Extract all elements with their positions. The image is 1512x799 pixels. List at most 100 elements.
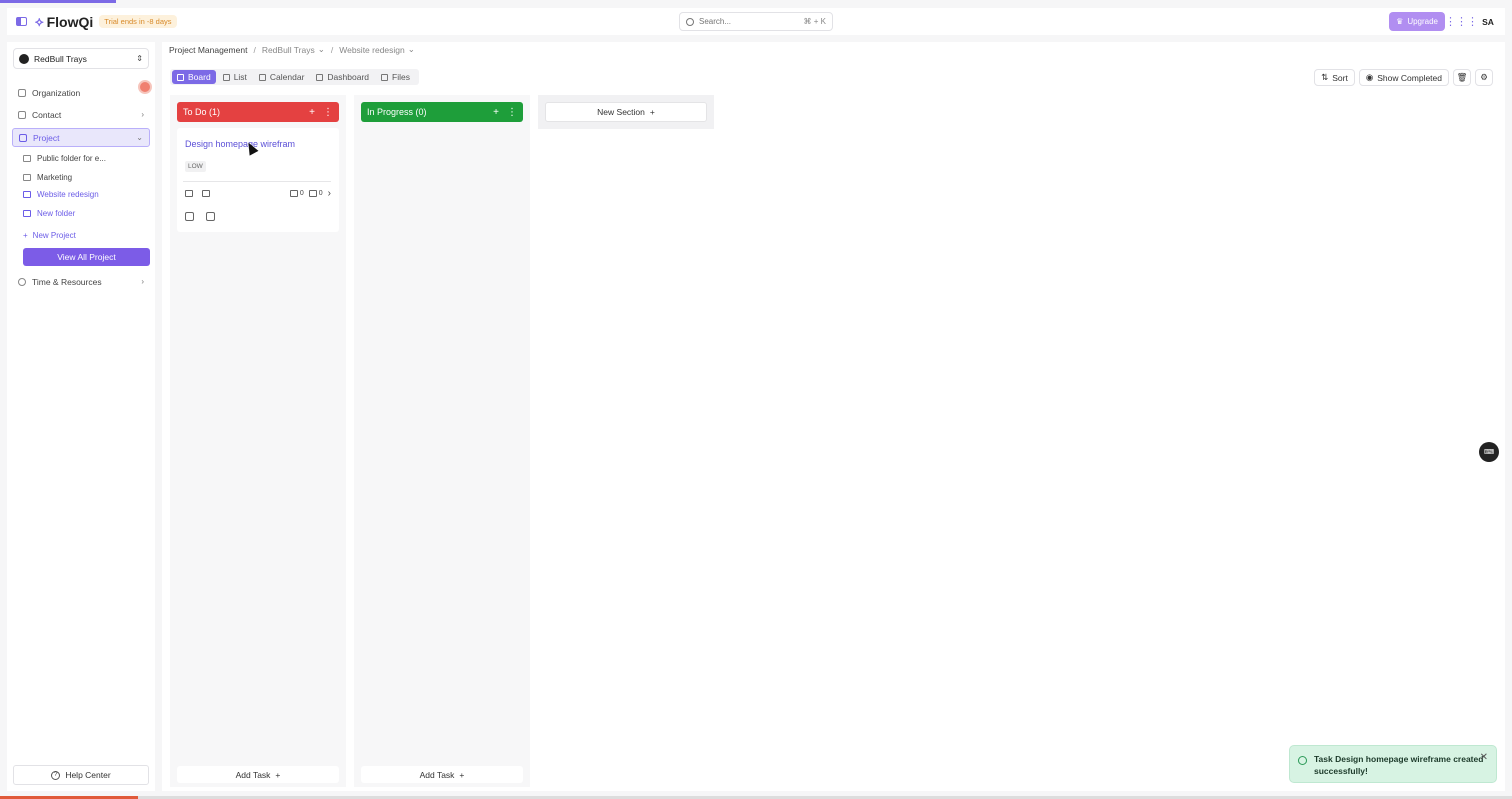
show-completed-button[interactable]: ◉ Show Completed: [1358, 69, 1449, 86]
more-vertical-icon[interactable]: ⋮: [323, 107, 333, 118]
add-task-button[interactable]: Add Task +: [177, 766, 339, 783]
trash-icon[interactable]: [206, 212, 215, 221]
subtask-icon[interactable]: [308, 189, 317, 197]
folder-icon: [23, 174, 31, 181]
sidebar-subitem-public-folder[interactable]: Public folder for e...: [23, 150, 145, 167]
calendar-icon[interactable]: [202, 189, 210, 197]
comment-icon[interactable]: [289, 189, 298, 197]
clock-icon: [18, 277, 26, 286]
workspace-name: RedBull Trays: [34, 53, 87, 64]
sidebar-item-time-resources[interactable]: Time & Resources ›: [12, 272, 150, 291]
avatar[interactable]: SA: [1477, 12, 1499, 31]
plus-icon: +: [23, 231, 28, 240]
main-content: Project Management / RedBull Trays ⌄ / W…: [162, 42, 1505, 791]
add-task-button[interactable]: Add Task +: [361, 766, 523, 783]
new-project-link[interactable]: + New Project: [23, 227, 145, 244]
chevron-down-icon[interactable]: ⌄: [408, 44, 415, 55]
search-shortcut: ⌘ + K: [803, 17, 826, 26]
project-icon: [19, 133, 27, 142]
priority-badge: LOW: [185, 161, 206, 172]
crown-icon: ♛: [1396, 17, 1404, 26]
trash-button[interactable]: 🗑: [1453, 69, 1471, 86]
plus-icon[interactable]: +: [493, 107, 499, 118]
sidebar-subitem-website-redesign[interactable]: Website redesign: [23, 186, 145, 203]
floating-chat-icon[interactable]: ⌨: [1479, 442, 1499, 462]
tab-board[interactable]: Board: [172, 70, 216, 84]
upgrade-label: Upgrade: [1407, 17, 1438, 26]
task-meta-row: 0 0 ›: [185, 188, 331, 199]
task-card[interactable]: Design homepage wirefram LOW 0 0 ›: [177, 128, 339, 232]
folder-icon: [23, 155, 31, 162]
sort-icon: ⇅: [1321, 72, 1329, 82]
board-column-todo: To Do (1) + ⋮ Design homepage wirefram L…: [170, 95, 346, 787]
breadcrumb-project[interactable]: Website redesign: [339, 45, 405, 55]
chevron-right-icon: ›: [141, 110, 144, 119]
sort-button[interactable]: ⇅ Sort: [1314, 69, 1355, 86]
breadcrumb-workspace[interactable]: RedBull Trays: [262, 45, 315, 55]
top-bar: ⟡ FlowQi Trial ends in -8 days ⌘ + K ♛ U…: [7, 8, 1505, 35]
view-all-project-button[interactable]: View All Project: [23, 248, 150, 266]
new-section-label: New Section: [597, 107, 645, 117]
folder-plus-icon: [23, 210, 31, 217]
workspace-logo-icon: [19, 53, 29, 64]
folder-icon: [381, 73, 389, 81]
column-title: In Progress (0): [367, 107, 427, 117]
trash-icon: 🗑: [1456, 72, 1468, 82]
sidebar-subitem-label: Public folder for e...: [37, 154, 106, 163]
plus-icon: +: [649, 107, 655, 117]
apps-grid-icon[interactable]: ⋮⋮⋮: [1445, 12, 1478, 31]
settings-button[interactable]: ⚙: [1475, 69, 1493, 86]
package-icon[interactable]: [185, 212, 194, 221]
sidebar-subitem-label: Website redesign: [37, 190, 99, 199]
close-icon[interactable]: ✕: [1480, 752, 1488, 763]
sidebar-item-project[interactable]: Project ⌄: [12, 128, 150, 147]
more-vertical-icon[interactable]: ⋮: [507, 107, 517, 118]
dashboard-icon: [316, 73, 324, 81]
sidebar-item-contact[interactable]: Contact ›: [12, 105, 150, 124]
upgrade-button[interactable]: ♛ Upgrade: [1389, 12, 1445, 31]
tab-calendar[interactable]: Calendar: [254, 70, 310, 84]
add-task-label: Add Task: [419, 769, 455, 780]
breadcrumb-root[interactable]: Project Management: [169, 45, 247, 55]
chevron-right-icon[interactable]: ›: [328, 188, 331, 199]
sidebar-subitem-label: New folder: [37, 209, 76, 218]
add-task-label: Add Task: [235, 769, 271, 780]
notification-dot[interactable]: [138, 80, 152, 94]
plus-icon[interactable]: +: [309, 107, 315, 118]
column-header: In Progress (0) + ⋮: [361, 102, 523, 122]
chevron-updown-icon: ⇕: [136, 54, 143, 63]
board-toolbar: ⇅ Sort ◉ Show Completed 🗑 ⚙: [1310, 69, 1493, 86]
tab-files[interactable]: Files: [376, 70, 415, 84]
building-icon: [18, 88, 26, 97]
new-project-label: New Project: [32, 231, 76, 240]
board-icon: [177, 73, 184, 81]
sidebar-subitem-marketing[interactable]: Marketing: [23, 169, 145, 186]
assign-user-icon[interactable]: [185, 189, 193, 197]
plus-icon: +: [459, 769, 465, 780]
sidebar-subitem-new-folder[interactable]: New folder: [23, 205, 145, 222]
sidebar-toggle-icon[interactable]: [16, 17, 27, 26]
comment-count: 0: [299, 189, 304, 197]
subtask-count: 0: [318, 189, 323, 197]
chevron-down-icon[interactable]: ⌄: [318, 44, 325, 55]
tab-list[interactable]: List: [218, 70, 252, 84]
new-section-button[interactable]: New Section +: [545, 102, 707, 122]
tab-label: Board: [188, 72, 211, 82]
list-icon: [222, 73, 230, 81]
sidebar-item-organization[interactable]: Organization: [12, 83, 150, 102]
workspace-selector[interactable]: RedBull Trays ⇕: [13, 48, 149, 69]
breadcrumb: Project Management / RedBull Trays ⌄ / W…: [169, 44, 415, 55]
app-name: FlowQi: [46, 13, 94, 30]
tab-label: Dashboard: [327, 72, 370, 82]
search-icon: [686, 17, 694, 26]
sidebar-item-label: Project: [33, 132, 60, 143]
success-toast: Task Design homepage wireframe created s…: [1289, 745, 1497, 783]
tab-dashboard[interactable]: Dashboard: [311, 70, 374, 84]
users-icon: [18, 110, 26, 119]
search-box[interactable]: ⌘ + K: [679, 12, 833, 31]
project-icon: [23, 191, 31, 198]
chevron-down-icon: ⌄: [136, 133, 143, 142]
search-input[interactable]: [699, 17, 799, 26]
help-center-button[interactable]: ? Help Center: [13, 765, 149, 785]
sort-label: Sort: [1332, 72, 1348, 83]
